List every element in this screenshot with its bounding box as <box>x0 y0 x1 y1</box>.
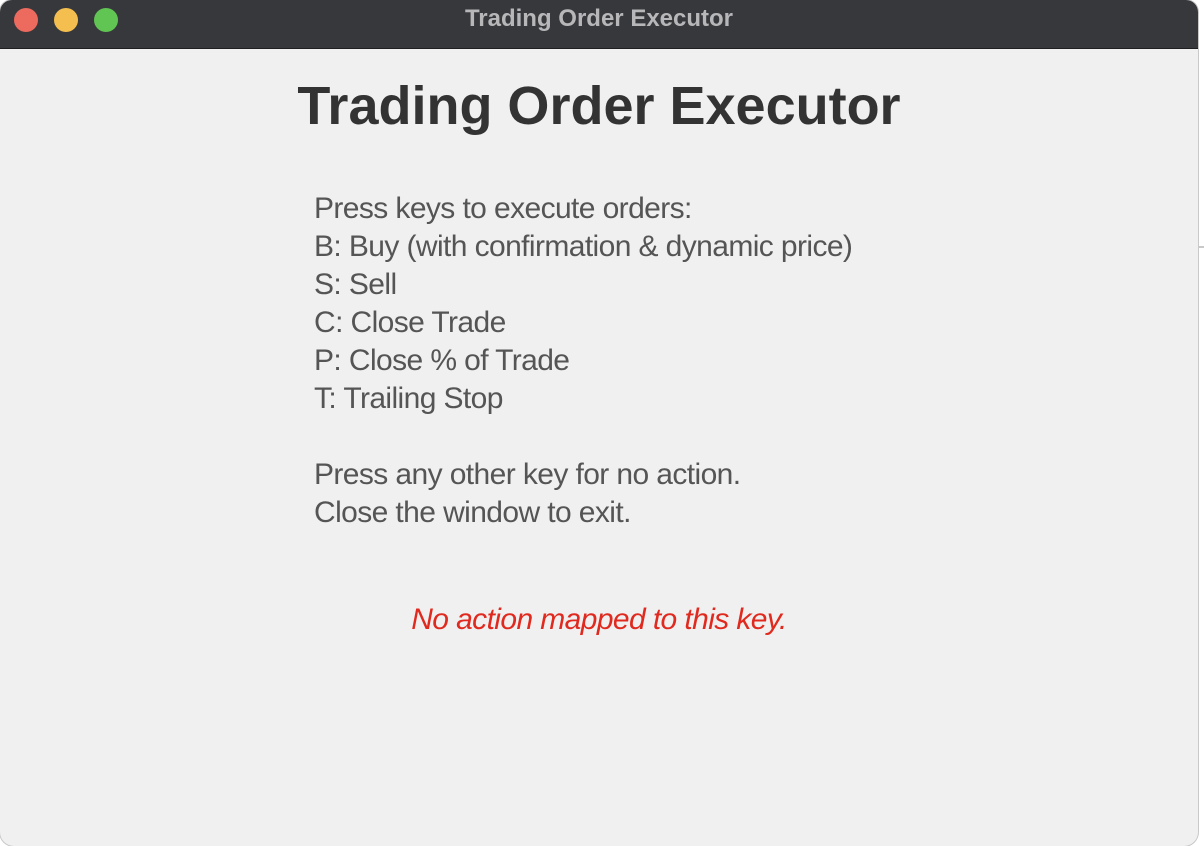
window-edge-divider <box>1198 246 1204 248</box>
instructions-intro: Press keys to execute orders: <box>314 192 692 225</box>
title-bar[interactable]: Trading Order Executor <box>0 0 1198 49</box>
instructions-panel: Press keys to execute orders: B: Buy (wi… <box>314 190 853 532</box>
page-title: Trading Order Executor <box>297 76 901 136</box>
instructions-exit: Close the window to exit. <box>314 496 631 529</box>
key-binding-trailing-stop: T: Trailing Stop <box>314 382 503 415</box>
key-binding-buy: B: Buy (with confirmation & dynamic pric… <box>314 230 853 263</box>
status-message: No action mapped to this key. <box>411 603 787 636</box>
key-binding-sell: S: Sell <box>314 268 397 301</box>
main-content: Trading Order Executor Press keys to exe… <box>0 49 1198 846</box>
window-title: Trading Order Executor <box>464 5 734 32</box>
app-window: Trading Order Executor Trading Order Exe… <box>0 0 1198 846</box>
instructions-spacer <box>314 418 852 456</box>
key-binding-close-percent: P: Close % of Trade <box>314 344 570 377</box>
key-binding-close-trade: C: Close Trade <box>314 306 506 339</box>
instructions-other-key: Press any other key for no action. <box>314 458 741 491</box>
